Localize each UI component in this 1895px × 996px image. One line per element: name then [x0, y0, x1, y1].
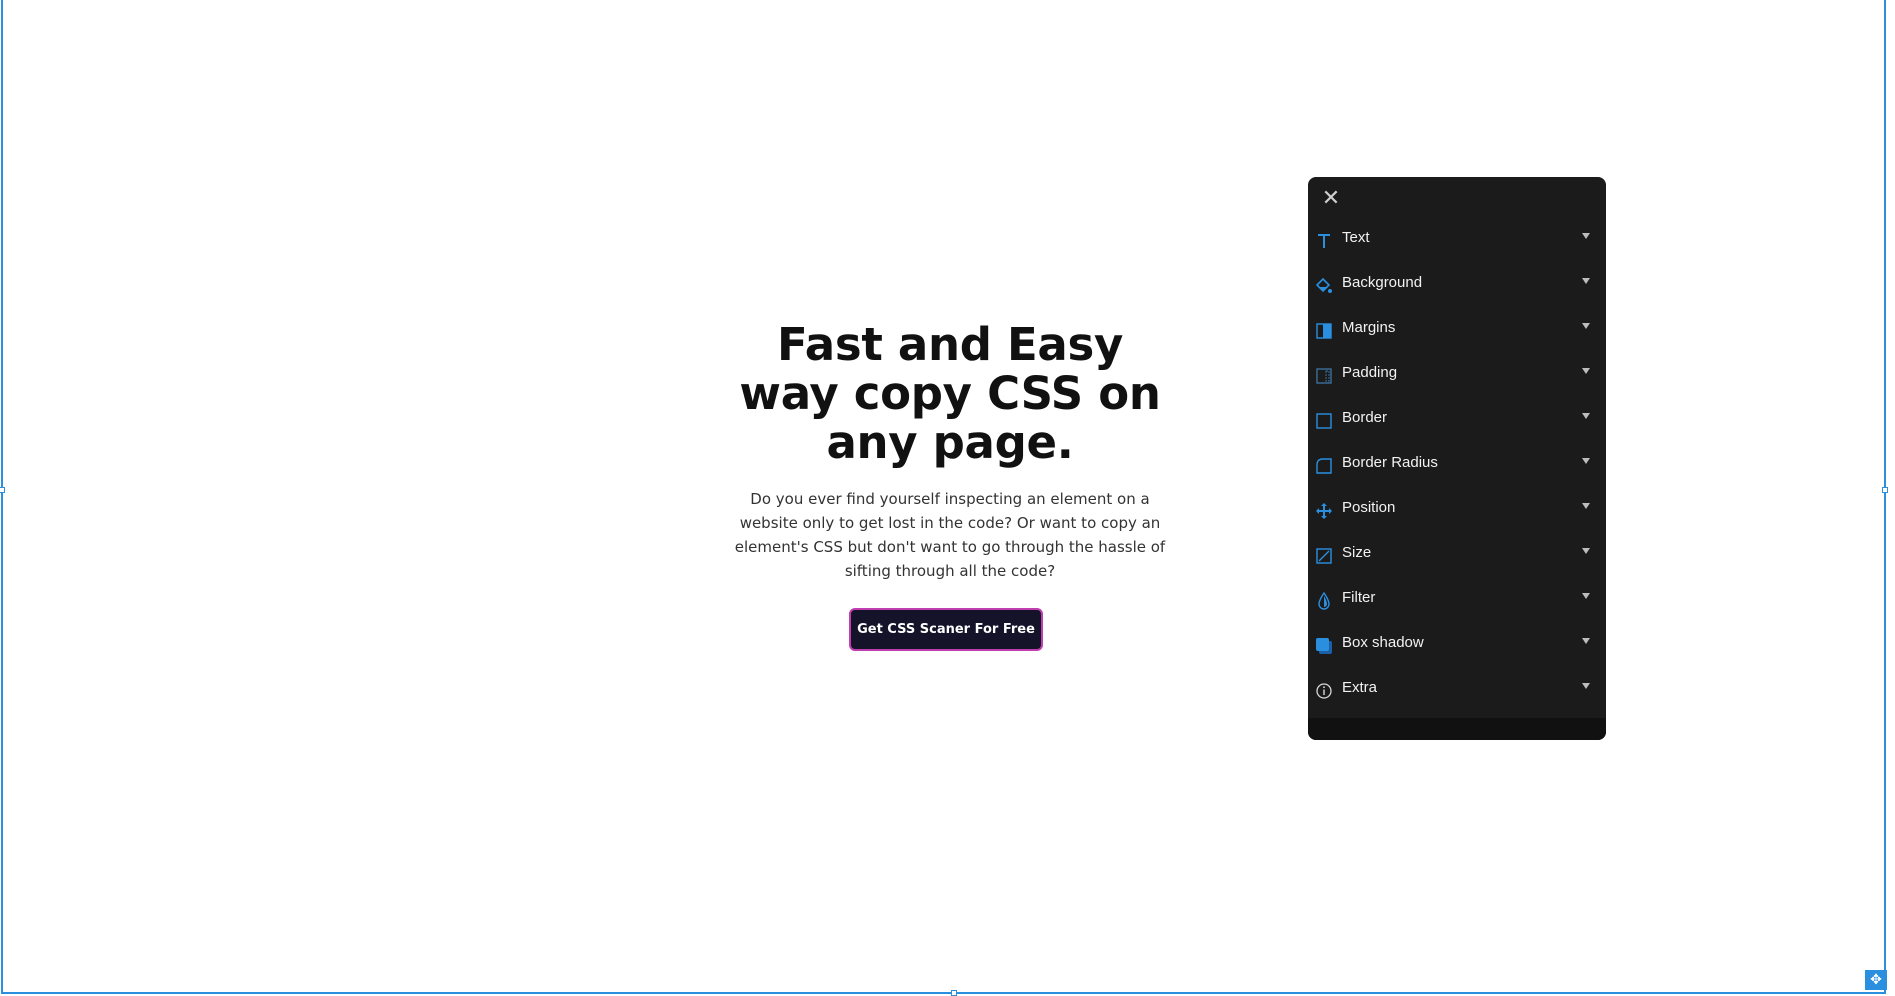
section-position[interactable]: Position [1308, 490, 1606, 535]
info-icon [1316, 683, 1332, 699]
css-inspector-panel: ✕ Text Background Margins Padding Border… [1308, 177, 1606, 740]
close-icon[interactable]: ✕ [1320, 187, 1342, 209]
chevron-down-icon [1582, 233, 1590, 239]
section-label: Filter [1342, 589, 1376, 606]
section-label: Margins [1342, 319, 1396, 336]
chevron-down-icon [1582, 683, 1590, 689]
margins-icon [1316, 323, 1332, 339]
chevron-down-icon [1582, 368, 1590, 374]
chevron-down-icon [1582, 593, 1590, 599]
droplet-icon [1318, 592, 1330, 610]
section-margins[interactable]: Margins [1308, 310, 1606, 355]
section-border[interactable]: Border [1308, 400, 1606, 445]
section-label: Size [1342, 544, 1372, 561]
section-label: Background [1342, 274, 1423, 291]
inspector-section-list: Text Background Margins Padding Border B… [1308, 220, 1606, 715]
section-label: Position [1342, 499, 1396, 516]
hero-title: Fast and Easy way copy CSS on any page. [739, 318, 1161, 469]
move-icon [1316, 503, 1332, 519]
move-icon[interactable]: ✥ [1865, 970, 1887, 990]
chevron-down-icon [1582, 278, 1590, 284]
section-background[interactable]: Background [1308, 265, 1606, 310]
hero-description: Do you ever find yourself inspecting an … [734, 490, 1166, 580]
resize-handle-left[interactable] [0, 487, 5, 493]
section-padding[interactable]: Padding [1308, 355, 1606, 400]
section-filter[interactable]: Filter [1308, 580, 1606, 625]
border-icon [1316, 413, 1332, 429]
get-css-scanner-button[interactable]: Get CSS Scaner For Free [849, 608, 1043, 651]
box-shadow-icon [1316, 638, 1332, 654]
section-box-shadow[interactable]: Box shadow [1308, 625, 1606, 670]
panel-footer [1308, 718, 1606, 740]
section-label: Text [1342, 229, 1370, 246]
resize-handle-right[interactable] [1882, 487, 1888, 493]
section-label: Box shadow [1342, 634, 1424, 651]
paint-bucket-icon [1315, 277, 1332, 293]
chevron-down-icon [1582, 323, 1590, 329]
section-extra[interactable]: Extra [1308, 670, 1606, 715]
section-label: Border Radius [1342, 454, 1438, 471]
hero-section: Fast and Easy way copy CSS on any page. … [720, 320, 1180, 651]
chevron-down-icon [1582, 638, 1590, 644]
border-radius-icon [1316, 458, 1332, 474]
text-icon [1318, 234, 1330, 248]
resize-handle-bottom[interactable] [951, 990, 957, 996]
section-label: Border [1342, 409, 1388, 426]
section-text[interactable]: Text [1308, 220, 1606, 265]
chevron-down-icon [1582, 413, 1590, 419]
chevron-down-icon [1582, 458, 1590, 464]
section-label: Extra [1342, 679, 1378, 696]
section-label: Padding [1342, 364, 1398, 381]
chevron-down-icon [1582, 548, 1590, 554]
section-border-radius[interactable]: Border Radius [1308, 445, 1606, 490]
chevron-down-icon [1582, 503, 1590, 509]
padding-icon [1316, 368, 1332, 384]
resize-icon [1316, 548, 1332, 564]
section-size[interactable]: Size [1308, 535, 1606, 580]
